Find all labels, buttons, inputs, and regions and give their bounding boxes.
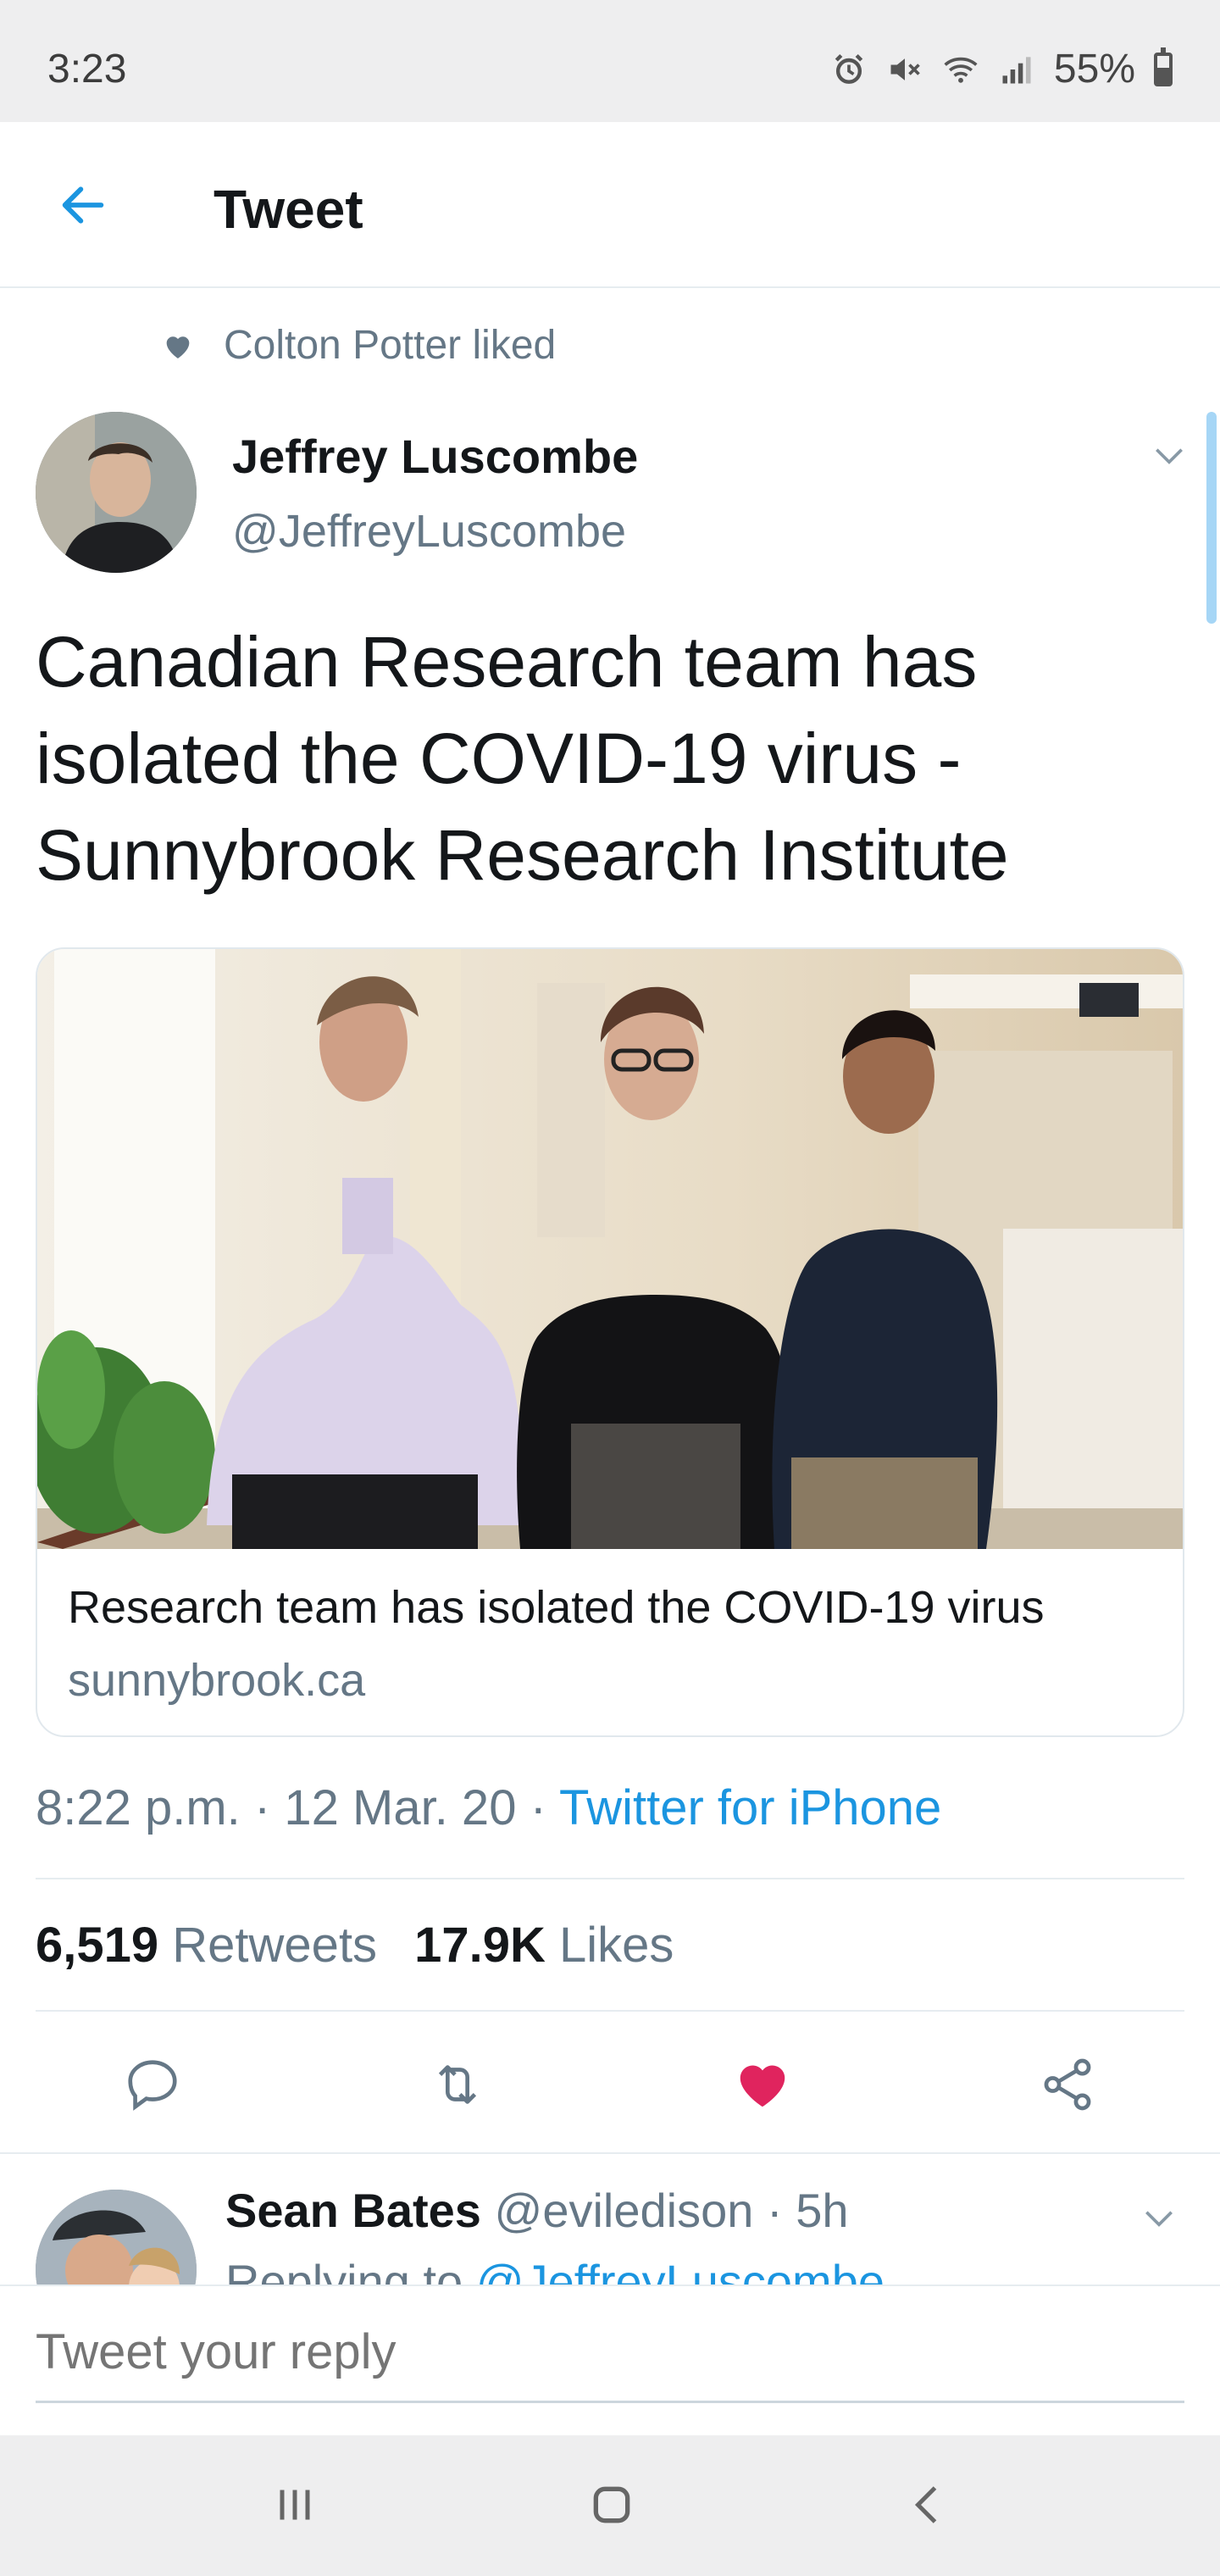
recent-apps-button[interactable] [254, 2471, 336, 2539]
likes-stat[interactable]: 17.9K Likes [414, 1917, 674, 1974]
reply-options-button[interactable] [1135, 2195, 1183, 2242]
arrow-left-icon [62, 186, 104, 224]
status-icons: 55% [830, 46, 1173, 92]
reply-button[interactable] [112, 2044, 193, 2125]
card-photo [37, 949, 1183, 1549]
share-icon [1044, 2058, 1091, 2111]
reply-composer [0, 2285, 1220, 2435]
retweets-stat[interactable]: 6,519 Retweets [36, 1917, 377, 1974]
meta-separator: · [530, 1780, 546, 1835]
chevron-down-icon [1145, 2211, 1173, 2227]
battery-icon [1154, 47, 1173, 86]
link-card[interactable]: Research team has isolated the COVID-19 … [36, 947, 1184, 1737]
header: Tweet [0, 122, 1220, 288]
author-avatar-image [36, 412, 197, 573]
tweet-meta: 8:22 p.m. · 12 Mar. 20 · Twitter for iPh… [36, 1779, 941, 1836]
tweet-stats: 6,519 Retweets 17.9K Likes [36, 1917, 674, 1974]
recent-apps-icon [280, 2490, 310, 2520]
reply-author-name[interactable]: Sean Bates [225, 2184, 481, 2237]
back-button[interactable] [51, 173, 115, 237]
mute-icon [890, 58, 920, 80]
like-button[interactable] [722, 2044, 803, 2125]
social-context-label: Colton Potter liked [224, 323, 557, 368]
card-image [37, 949, 1183, 1549]
author-handle[interactable]: @JeffreyLuscombe [232, 505, 626, 558]
reply-input[interactable] [36, 2318, 1184, 2403]
likes-count: 17.9K [414, 1918, 546, 1973]
author-name[interactable]: Jeffrey Luscombe [232, 429, 638, 484]
tweet-time: 8:22 p.m. [36, 1780, 241, 1835]
reply-avatar-image [36, 2190, 197, 2285]
retweet-button[interactable] [417, 2044, 498, 2125]
replying-to-label: Replying to [225, 2255, 463, 2285]
alarm-icon [835, 53, 863, 84]
scrollbar[interactable] [1206, 412, 1217, 624]
chevron-down-icon [1156, 448, 1183, 464]
divider [36, 2010, 1184, 2012]
home-button[interactable] [571, 2471, 652, 2539]
signal-icon [1002, 56, 1031, 83]
reply-preview[interactable]: Sean Bates @eviledison · 5h Replying to … [0, 2152, 1220, 2285]
meta-separator: · [766, 2184, 783, 2237]
reply-icon [128, 2060, 177, 2111]
heart-filled-icon [740, 2065, 785, 2107]
tweet-source-link[interactable]: Twitter for iPhone [559, 1780, 941, 1835]
meta-separator: · [253, 1780, 271, 1835]
reply-author-handle[interactable]: @eviledison [495, 2184, 754, 2237]
divider [36, 1878, 1184, 1879]
reply-age: 5h [796, 2184, 849, 2237]
replying-to: Replying to @JeffreyLuscombe [225, 2254, 884, 2285]
heart-icon [166, 336, 190, 358]
replying-to-mention[interactable]: @JeffreyLuscombe [476, 2255, 884, 2285]
status-time: 3:23 [47, 47, 127, 92]
retweets-count: 6,519 [36, 1918, 159, 1973]
card-title: Research team has isolated the COVID-19 … [68, 1582, 1045, 1633]
page-title: Tweet [214, 179, 363, 240]
reply-header: Sean Bates @eviledison · 5h [225, 2183, 848, 2238]
system-back-button[interactable] [888, 2471, 969, 2539]
system-nav-bar [0, 2435, 1220, 2576]
likes-label: Likes [558, 1918, 674, 1973]
retweets-label: Retweets [172, 1918, 378, 1973]
tweet-options-button[interactable] [1145, 432, 1193, 480]
social-context: Colton Potter liked [161, 322, 556, 369]
wifi-icon [944, 57, 978, 83]
author-avatar[interactable] [36, 412, 197, 573]
tweet-date: 12 Mar. 20 [284, 1780, 517, 1835]
battery-percent: 55% [1053, 47, 1135, 92]
home-icon [593, 2486, 630, 2523]
share-button[interactable] [1027, 2044, 1108, 2125]
chevron-left-icon [914, 2486, 937, 2523]
reply-author-avatar[interactable] [36, 2190, 197, 2285]
tweet-text: Canadian Research team has isolated the … [36, 622, 1009, 895]
status-bar: 3:23 55% [0, 0, 1220, 122]
retweet-icon [438, 2065, 477, 2104]
card-domain: sunnybrook.ca [68, 1655, 366, 1706]
